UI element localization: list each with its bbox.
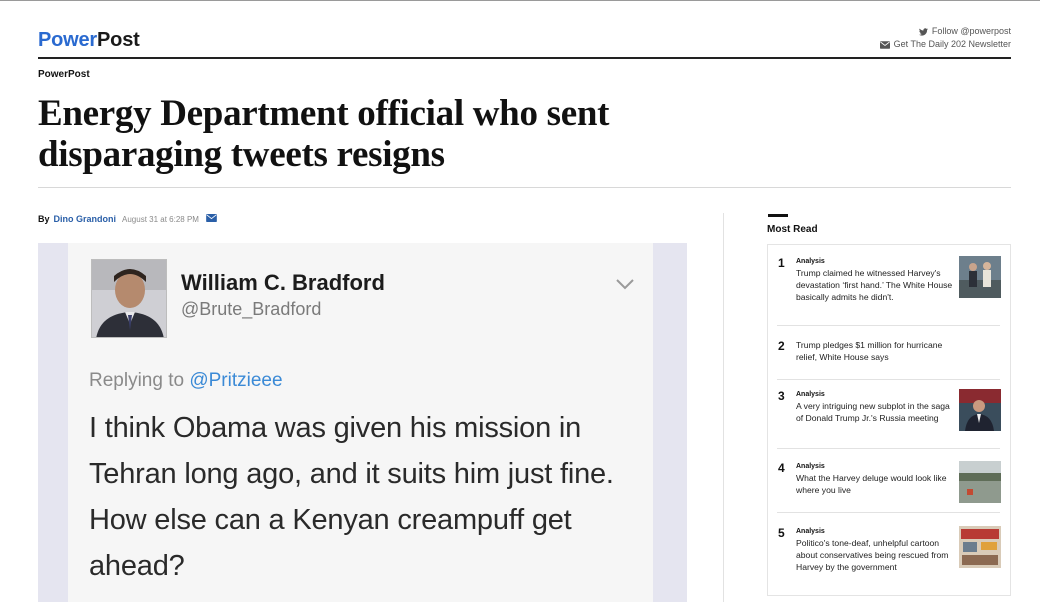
envelope-icon — [879, 40, 890, 49]
most-read-item-1[interactable]: 1 Analysis Trump claimed he witnessed Ha… — [778, 256, 1001, 318]
most-read-item-4[interactable]: 4 Analysis What the Harvey deluge would … — [778, 461, 1001, 503]
list-divider — [777, 379, 1000, 380]
most-read-list: 1 Analysis Trump claimed he witnessed Ha… — [767, 244, 1011, 596]
item-number: 4 — [778, 461, 785, 475]
item-title: Trump pledges $1 million for hurricane r… — [796, 340, 943, 362]
reply-mention: @Pritzieee — [189, 370, 283, 391]
tweet-author-name: William C. Bradford — [181, 270, 385, 295]
most-read-item-5[interactable]: 5 Analysis Politico's tone-deaf, unhelpf… — [778, 526, 1001, 584]
item-number: 3 — [778, 389, 785, 403]
item-number: 1 — [778, 256, 785, 270]
most-read-title: Most Read — [767, 224, 818, 235]
follow-label: Follow @powerpost — [931, 26, 1011, 36]
column-divider — [723, 213, 724, 602]
email-author-icon[interactable] — [203, 214, 217, 224]
brand-part2: Post — [97, 29, 140, 51]
publish-date: August 31 at 6:28 PM — [122, 214, 199, 224]
item-thumbnail — [959, 256, 1001, 298]
tweet-author-handle: @Brute_Bradford — [181, 299, 322, 319]
item-title: Trump claimed he witnessed Harvey's deva… — [796, 268, 953, 302]
item-number: 2 — [778, 339, 785, 353]
newsletter-link[interactable]: Get The Daily 202 Newsletter — [879, 38, 1011, 51]
tweet-card: William C. Bradford @Brute_Bradford Repl… — [68, 243, 653, 602]
byline-by: By — [38, 214, 50, 224]
item-title: Politico's tone-deaf, unhelpful cartoon … — [796, 538, 949, 572]
section-kicker[interactable]: PowerPost — [38, 69, 90, 80]
item-thumbnail — [959, 461, 1001, 503]
byline: By Dino Grandoni August 31 at 6:28 PM — [38, 214, 217, 224]
article-headline: Energy Department official who sent disp… — [38, 93, 610, 175]
item-kicker: Analysis — [796, 258, 825, 265]
tweet-text: I think Obama was given his mission in T… — [89, 412, 614, 582]
most-read-item-3[interactable]: 3 Analysis A very intriguing new subplot… — [778, 389, 1001, 437]
header-social-links: Follow @powerpost Get The Daily 202 News… — [879, 25, 1011, 51]
powerpost-logo[interactable]: PowerPost — [38, 29, 140, 52]
item-kicker: Analysis — [796, 391, 825, 398]
item-title: What the Harvey deluge would look like w… — [796, 473, 947, 495]
headline-divider — [38, 187, 1011, 188]
author-link[interactable]: Dino Grandoni — [54, 214, 117, 224]
item-number: 5 — [778, 526, 785, 540]
item-thumbnail — [959, 389, 1001, 431]
item-kicker: Analysis — [796, 463, 825, 470]
list-divider — [777, 512, 1000, 513]
follow-twitter-link[interactable]: Follow @powerpost — [880, 25, 1011, 38]
replying-prefix: Replying to — [89, 370, 190, 391]
twitter-bird-icon — [918, 27, 928, 36]
list-divider — [777, 325, 1000, 326]
tweet-image: William C. Bradford @Brute_Bradford Repl… — [38, 243, 687, 602]
newsletter-label: Get The Daily 202 Newsletter — [893, 39, 1011, 49]
item-thumbnail — [959, 526, 1001, 568]
most-read-item-2[interactable]: 2 Trump pledges $1 million for hurricane… — [778, 339, 1000, 369]
replying-to: Replying to @Pritzieee — [89, 370, 283, 392]
list-divider — [777, 448, 1000, 449]
item-kicker: Analysis — [796, 528, 825, 535]
brand-part1: Power — [38, 29, 98, 51]
chevron-down-icon — [616, 277, 634, 295]
most-read-accent-bar — [768, 214, 788, 217]
site-header: PowerPost Follow @powerpost Get The Dail… — [38, 25, 1011, 59]
item-title: A very intriguing new subplot in the sag… — [796, 401, 950, 423]
avatar — [91, 259, 167, 338]
